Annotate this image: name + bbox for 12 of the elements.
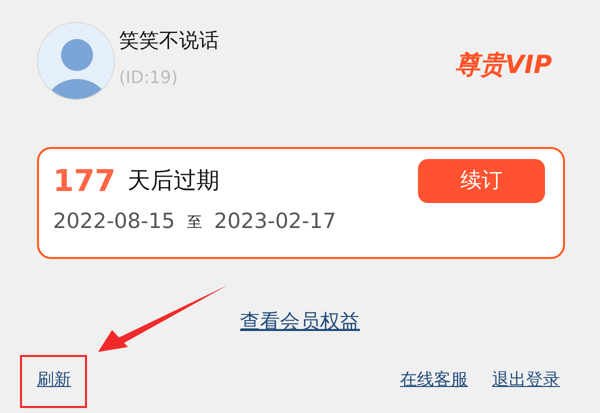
start-date: 2022-08-15 bbox=[53, 208, 176, 235]
footer-link[interactable]: 退出登录 bbox=[492, 368, 560, 394]
date-separator: 至 bbox=[187, 212, 202, 232]
user-name: 笑笑不说话 bbox=[119, 28, 219, 52]
refresh-link[interactable]: 刷新 bbox=[37, 368, 71, 394]
days-count: 177 bbox=[53, 163, 116, 201]
footer-link[interactable]: 在线客服 bbox=[400, 368, 468, 394]
benefits-link[interactable]: 查看会员权益 bbox=[240, 309, 360, 333]
expiry-label: 天后过期 bbox=[128, 167, 220, 196]
highlight-box bbox=[20, 355, 87, 408]
end-date: 2023-02-17 bbox=[214, 208, 336, 235]
vip-label: 尊贵VIP bbox=[454, 49, 553, 81]
